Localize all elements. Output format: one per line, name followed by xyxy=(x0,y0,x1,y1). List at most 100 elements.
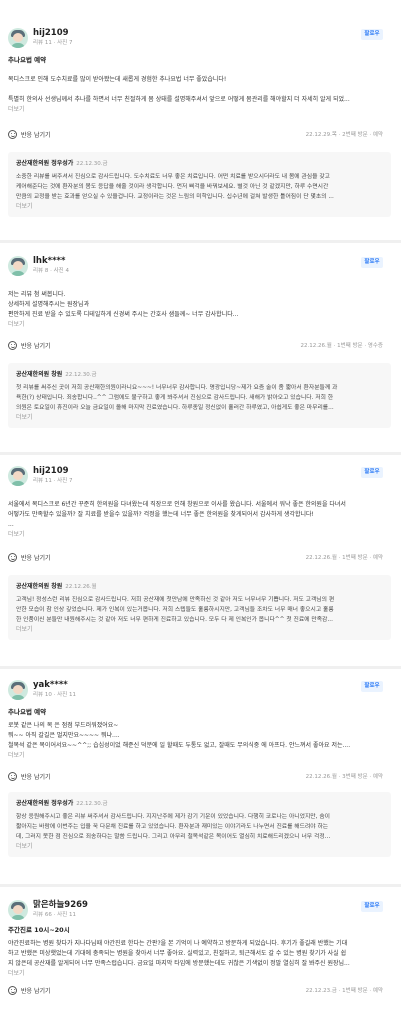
follow-button[interactable]: 팔로우 xyxy=(361,681,383,692)
avatar[interactable] xyxy=(8,256,28,276)
review-author-row: 맑은하늘9269 리뷰 66 · 사진 11 팔로우 xyxy=(8,900,393,920)
reply-more-link[interactable]: 더보기 xyxy=(16,413,383,422)
follow-button[interactable]: 팔로우 xyxy=(361,467,383,478)
avatar[interactable] xyxy=(8,680,28,700)
author-stats: 리뷰 11 · 사진 7 xyxy=(33,40,73,46)
more-link[interactable]: 더보기 xyxy=(8,320,393,329)
visit-title: 추나요법 예약 xyxy=(8,56,47,64)
reply-owner: 공산재한의원 정우성가 xyxy=(16,160,74,167)
author-stats: 리뷰 8 · 사진 4 xyxy=(33,268,69,274)
review-text-line: 특별히 한의사 선생님께서 추나를 하면서 너무 친절하게 몸 상태를 설명해주… xyxy=(8,96,350,103)
reply-more-link[interactable]: 더보기 xyxy=(16,202,383,211)
reply-text-line: 항상 응원해주시고 좋은 리뷰 써주셔서 감사드립니다. 지지난주에 제가 감기… xyxy=(16,814,330,820)
review-card: 맑은하늘9269 리뷰 66 · 사진 11 팔로우 주간진료 10시~20시 … xyxy=(0,900,401,996)
review-text-line: 어떻가도 만족할수 있을까? 잘 치료를 받을수 있을까? 걱정을 했는데 너무… xyxy=(8,511,314,518)
review-author-row: hij2109 리뷰 11 · 사진 7 팔로우 xyxy=(8,28,393,48)
reply-text-line: 만큼의 교정을 받는 효과를 얻으실 수 있을겁니다. 교정이라는 것은 느림의… xyxy=(16,194,334,200)
reply-text-line: 욕한(?) 상태입니다. 죄송합니다..^^ 그럼에도 불구하고 좋게 봐주셔서… xyxy=(16,395,334,401)
review-text-line: 뭐~~ 아직 갈길은 멀지만요~~~~ 뭐냐.... xyxy=(8,732,120,739)
smile-icon[interactable] xyxy=(8,552,17,562)
avatar[interactable] xyxy=(8,900,28,920)
more-link[interactable]: 더보기 xyxy=(8,751,393,760)
author-stats: 리뷰 11 · 사진 7 xyxy=(33,478,73,484)
smile-icon[interactable] xyxy=(8,129,17,139)
more-link[interactable]: 더보기 xyxy=(8,105,393,114)
author-name[interactable]: lhk**** xyxy=(33,256,69,267)
owner-reply: 공산재한의원 정우성가 22.12.30.금 항상 응원해주시고 좋은 리뷰 써주… xyxy=(8,792,391,857)
more-link[interactable]: 더보기 xyxy=(8,530,393,539)
author-name[interactable]: hij2109 xyxy=(33,28,72,39)
smile-icon[interactable] xyxy=(8,340,17,350)
review-text-line: 저는 리뷰 첨 써봅니다. xyxy=(8,291,66,298)
visit-info: 22.12.29.목 · 2번째 방문 · 예약 xyxy=(305,132,383,138)
review-text-line: 서울에서 목디스크로 6년간 꾸준히 한의원을 다녀왔는데 직장으로 인해 창원… xyxy=(8,501,346,508)
reply-text-line: 의원은 토요일이 휴진이라 오늘 금요일이 올해 마지막 진료였습니다. 하루종… xyxy=(16,405,334,411)
reply-date: 22.12.26.월 xyxy=(65,584,97,590)
reply-text-line: 짧아지는 바람에 이번주는 입을 꾹 다문채 진료를 하고 있었습니다. 환자분… xyxy=(16,824,329,830)
more-link[interactable]: 더보기 xyxy=(8,969,393,978)
reply-more-link[interactable]: 더보기 xyxy=(16,625,383,634)
smile-icon[interactable] xyxy=(8,771,17,781)
review-text-line: 야간진료하는 병원 찾다가 지나다님때 야간진료 한다는 간판?을 본 기억이 … xyxy=(8,940,348,947)
review-card: hij2109 리뷰 11 · 사진 7 팔로우 서울에서 목디스크로 6년간 … xyxy=(0,466,401,640)
visit-title: 주간진료 10시~20시 xyxy=(8,926,70,934)
review-card: yak**** 리뷰 10 · 사진 11 팔로우 추나요법 예약 로봇 같은 … xyxy=(0,680,401,857)
avatar[interactable] xyxy=(8,466,28,486)
author-name[interactable]: hij2109 xyxy=(33,466,72,477)
review-author-row: yak**** 리뷰 10 · 사진 11 팔로우 xyxy=(8,680,393,700)
react-button[interactable]: 반응 남기기 xyxy=(21,553,51,562)
divider xyxy=(0,666,401,669)
review-text-line: 철목석 같은 목이어서요~~^^;; 습심성이었 해준신 덕분에 일 할때도 두… xyxy=(8,742,351,749)
review-text-line: 상세하게 설명해주시는 원장님과 xyxy=(8,301,90,308)
review-author-row: hij2109 리뷰 11 · 사진 7 팔로우 xyxy=(8,466,393,486)
follow-button[interactable]: 팔로우 xyxy=(361,257,383,268)
reply-text-line: 안한 모습이 참 인상 깊었습니다. 제가 인복이 있는거봅니다. 저희 스텝들… xyxy=(16,607,334,613)
review-text-line: 목디스크로 인해 도수치료를 많이 받아봤는데 새롭게 경험한 추나요법 너무 … xyxy=(8,76,227,83)
review-text-line xyxy=(8,85,393,95)
visit-title: 추나요법 예약 xyxy=(8,708,47,716)
review-text-line: ... xyxy=(8,521,14,528)
review-card: lhk**** 리뷰 8 · 사진 4 팔로우 저는 리뷰 첨 써봅니다. 상세… xyxy=(0,256,401,428)
follow-button[interactable]: 팔로우 xyxy=(361,29,383,40)
react-button[interactable]: 반응 남기기 xyxy=(21,772,51,781)
reply-text-line: 소중한 리뷰를 써주셔서 진심으로 감사드립니다. 도수치료도 너무 좋은 치료… xyxy=(16,174,330,180)
avatar[interactable] xyxy=(8,28,28,48)
divider xyxy=(0,240,401,243)
review-text-line: 편안하게 진료 받을 수 있도록 디테일하게 신경써 주시는 간호사 샘들께~ … xyxy=(8,311,239,318)
react-button[interactable]: 반응 남기기 xyxy=(21,986,51,995)
owner-reply: 공산재한의원 정우성가 22.12.30.금 소중한 리뷰를 써주셔서 진심으로 … xyxy=(8,152,391,217)
review-text-line: 하고 반했은 미상햇었는데 기대에 충족되는 병원을 찾아서 너무 좋아요. 실… xyxy=(8,950,347,957)
reply-text-line: 한 인품이신 분들만 내원해주시는 것 같아 저도 너무 편하게 진료하고 있습… xyxy=(16,617,333,623)
smile-icon[interactable] xyxy=(8,985,17,995)
reply-text-line: 고객님! 정성스런 리뷰 진심으로 감사드립니다. 저희 공산재에 첫만남에 만… xyxy=(16,597,335,603)
author-name[interactable]: yak**** xyxy=(33,680,76,691)
reply-date: 22.12.30.금 xyxy=(76,801,108,807)
divider xyxy=(0,452,401,455)
follow-button[interactable]: 팔로우 xyxy=(361,901,383,912)
reply-text-line: 케어해준다는 것에 환자분의 몸도 응답을 해줄 것이라 생각합니다. 먼저 삐… xyxy=(16,184,329,190)
divider xyxy=(0,884,401,887)
review-text-line: 로봇 같은 나의 목 은 점점 부드러워졌어요~ xyxy=(8,722,119,729)
author-name[interactable]: 맑은하늘9269 xyxy=(33,900,88,911)
review-author-row: lhk**** 리뷰 8 · 사진 4 팔로우 xyxy=(8,256,393,276)
reply-text-line: 데, 그러지 못한 점 진심으로 죄송하다는 말씀 드립니다. 그리고 아무리 … xyxy=(16,834,331,840)
visit-info: 22.12.23.금 · 1번째 방문 · 예약 xyxy=(305,988,383,994)
reply-text-line: 첫 리뷰를 써주신 곳이 저희 공산재한의원이라니요~~~! 너무너무 감사합니… xyxy=(16,385,338,391)
review-card: hij2109 리뷰 11 · 사진 7 팔로우 추나요법 예약 목디스크로 인… xyxy=(0,28,401,217)
reply-more-link[interactable]: 더보기 xyxy=(16,842,383,851)
author-stats: 리뷰 10 · 사진 11 xyxy=(33,692,76,698)
visit-info: 22.12.26.월 · 1번째 방문 · 영수증 xyxy=(300,343,383,349)
react-button[interactable]: 반응 남기기 xyxy=(21,130,51,139)
reply-owner: 공산재한의원 정우성가 xyxy=(16,800,74,807)
visit-info: 22.12.26.월 · 1번째 방문 · 예약 xyxy=(305,555,383,561)
reply-owner: 공산재한의원 창원 xyxy=(16,583,63,590)
reply-date: 22.12.30.금 xyxy=(65,372,97,378)
reply-owner: 공산재한의원 창원 xyxy=(16,371,63,378)
react-button[interactable]: 반응 남기기 xyxy=(21,341,51,350)
visit-info: 22.12.26.월 · 3번째 방문 · 예약 xyxy=(305,774,383,780)
review-text-line: 지 않은데 공산재를 알게되어 너무 만족스럽습니다. 금요일 마지막 타임에 … xyxy=(8,960,350,967)
owner-reply: 공산재한의원 창원 22.12.26.월 고객님! 정성스런 리뷰 진심으로 감사… xyxy=(8,575,391,640)
reply-date: 22.12.30.금 xyxy=(76,161,108,167)
owner-reply: 공산재한의원 창원 22.12.30.금 첫 리뷰를 써주신 곳이 저희 공산재한… xyxy=(8,363,391,428)
author-stats: 리뷰 66 · 사진 11 xyxy=(33,912,76,918)
